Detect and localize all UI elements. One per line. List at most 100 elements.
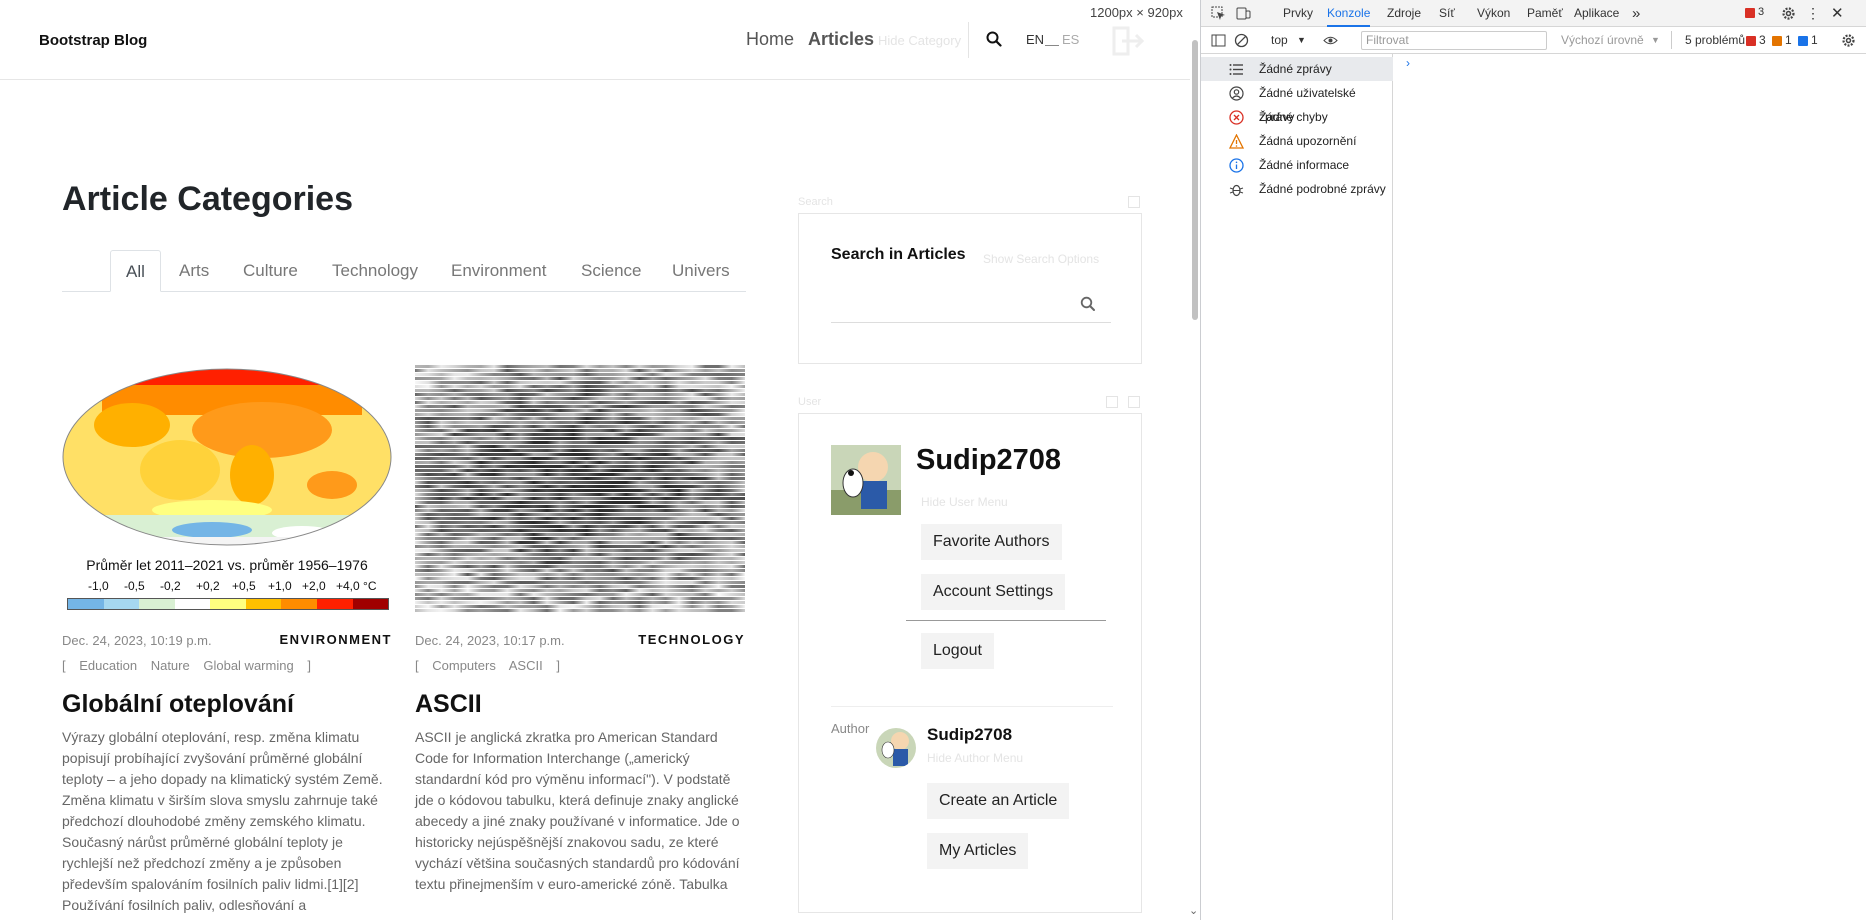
info-flag-icon (1798, 36, 1808, 46)
chevron-down-icon[interactable]: ▼ (1297, 27, 1306, 54)
tag[interactable]: Global warming (203, 658, 293, 673)
console-filter-bar: top ▼ Filtrovat Výchozí úrovně ▼ 5 probl… (1201, 27, 1866, 54)
devtools-tab-console[interactable]: Konzole (1327, 0, 1371, 27)
search-icon[interactable] (986, 31, 1002, 47)
map-caption: Průměr let 2011–2021 vs. průměr 1956–197… (86, 557, 368, 573)
problems-errors[interactable]: 3 (1759, 27, 1766, 54)
world-map (62, 368, 392, 546)
avatar-image (831, 445, 901, 515)
favorite-authors-button[interactable]: Favorite Authors (921, 524, 1062, 560)
devtools-tab-network[interactable]: Síť (1439, 0, 1455, 27)
logout-button[interactable]: Logout (921, 633, 994, 669)
hide-user-menu-toggle[interactable]: Hide User Menu (921, 495, 1008, 509)
log-levels-dropdown[interactable]: Výchozí úrovně (1561, 27, 1644, 54)
tab-all[interactable]: All (110, 250, 161, 292)
sidebar-item-all-messages[interactable]: Žádné zprávy (1201, 57, 1393, 81)
ascii-texture-line (415, 593, 745, 596)
tag[interactable]: ASCII (509, 658, 543, 673)
kebab-menu-icon[interactable]: ⋮ (1806, 0, 1820, 27)
search-icon[interactable] (1080, 296, 1096, 312)
article-category[interactable]: TECHNOLOGY (638, 632, 745, 647)
article-title[interactable]: ASCII (415, 690, 745, 719)
user-avatar[interactable] (831, 445, 901, 515)
hide-category-toggle[interactable]: Hide Category (878, 33, 961, 48)
widget-toggle-button[interactable] (1106, 396, 1118, 408)
ascii-texture-line (415, 597, 745, 600)
sidebar-item-warnings[interactable]: Žádná upozornění (1201, 129, 1393, 153)
tab-univers[interactable]: Univers (672, 250, 730, 292)
error-count[interactable]: 3 (1758, 6, 1764, 18)
context-selector[interactable]: top (1271, 27, 1288, 54)
widget-toggle-button[interactable] (1128, 396, 1140, 408)
more-tabs-icon[interactable]: » (1632, 0, 1640, 27)
console-settings-icon[interactable] (1841, 33, 1856, 48)
search-input[interactable] (831, 322, 1111, 323)
create-article-button[interactable]: Create an Article (927, 783, 1070, 819)
tag[interactable]: Education (79, 658, 137, 673)
scrollbar-thumb[interactable] (1192, 40, 1198, 320)
article-image[interactable] (415, 365, 745, 612)
problems-warnings[interactable]: 1 (1785, 27, 1792, 54)
devtools-tab-performance[interactable]: Výkon (1477, 0, 1510, 27)
sidebar-item-info[interactable]: Žádné informace (1201, 153, 1393, 177)
brand-logo[interactable]: Bootstrap Blog (39, 32, 147, 49)
tab-technology[interactable]: Technology (332, 250, 418, 292)
tag[interactable]: Nature (151, 658, 190, 673)
ascii-texture-line (415, 425, 745, 428)
widget-toggle-button[interactable] (1128, 196, 1140, 208)
nav-articles-link[interactable]: Articles (808, 29, 874, 50)
clear-console-icon[interactable] (1234, 33, 1249, 48)
chevron-down-icon[interactable]: ▼ (1651, 27, 1660, 54)
devtools-tab-application[interactable]: Aplikace (1574, 0, 1619, 27)
language-es[interactable]: ES (1062, 32, 1079, 47)
search-options-toggle[interactable]: Show Search Options (983, 252, 1099, 266)
sidebar-item-errors[interactable]: Žádné chyby (1201, 105, 1393, 129)
tag-bracket-open: [ (62, 658, 66, 673)
sidebar-item-label: Žádná upozornění (1259, 134, 1357, 148)
nav-home-link[interactable]: Home (746, 29, 794, 50)
article-title[interactable]: Globální oteplování (62, 690, 392, 719)
tab-culture[interactable]: Culture (243, 250, 298, 292)
author-avatar[interactable] (876, 728, 916, 768)
hide-author-menu-toggle[interactable]: Hide Author Menu (927, 751, 1023, 765)
ascii-texture-line (415, 489, 745, 492)
tab-arts[interactable]: Arts (179, 250, 209, 292)
article-category[interactable]: ENVIRONMENT (279, 632, 392, 647)
tab-environment[interactable]: Environment (451, 250, 546, 292)
article-card[interactable]: Dec. 24, 2023, 10:17 p.m. TECHNOLOGY [ C… (415, 365, 745, 895)
tag[interactable]: Computers (432, 658, 496, 673)
console-prompt-chevron-icon[interactable]: › (1406, 56, 1410, 70)
sidebar-item-user-messages[interactable]: Žádné uživatelské zprávy (1201, 81, 1393, 124)
article-card[interactable]: Průměr let 2011–2021 vs. průměr 1956–197… (62, 365, 392, 916)
article-image[interactable]: Průměr let 2011–2021 vs. průměr 1956–197… (62, 365, 392, 612)
inspect-element-icon[interactable] (1211, 6, 1226, 21)
devtools-tab-memory[interactable]: Paměť (1527, 0, 1563, 27)
scroll-down-arrow-icon[interactable]: ⌄ (1189, 904, 1198, 917)
logout-icon[interactable] (1112, 26, 1146, 56)
account-settings-button[interactable]: Account Settings (921, 574, 1066, 610)
search-widget-label: Search (798, 196, 833, 208)
article-date: Dec. 24, 2023, 10:17 p.m. (415, 633, 565, 648)
sidebar-item-label: Žádné zprávy (1259, 62, 1332, 76)
language-en[interactable]: EN (1026, 32, 1044, 47)
scale-swatch (103, 599, 140, 609)
device-toolbar-icon[interactable] (1236, 6, 1251, 21)
search-widget-title: Search in Articles (831, 246, 966, 263)
sidebar-item-verbose[interactable]: Žádné podrobné zprávy (1201, 177, 1393, 201)
ascii-texture-line (415, 409, 745, 412)
tab-science[interactable]: Science (581, 250, 641, 292)
my-articles-button[interactable]: My Articles (927, 833, 1029, 869)
user-circle-icon (1229, 86, 1244, 101)
problems-info[interactable]: 1 (1811, 27, 1818, 54)
sidebar-toggle-icon[interactable] (1211, 33, 1226, 48)
devtools-tab-sources[interactable]: Zdroje (1387, 0, 1421, 27)
eye-icon[interactable] (1323, 33, 1338, 48)
close-icon[interactable]: ✕ (1831, 0, 1844, 27)
devtools-tab-elements[interactable]: Prvky (1283, 0, 1313, 27)
ascii-texture-line (415, 513, 745, 516)
ascii-texture-line (415, 393, 745, 396)
ascii-texture-line (415, 413, 745, 416)
settings-gear-icon[interactable] (1781, 6, 1796, 21)
problems-label[interactable]: 5 problémů: (1685, 27, 1748, 54)
console-filter-input[interactable]: Filtrovat (1361, 31, 1547, 50)
